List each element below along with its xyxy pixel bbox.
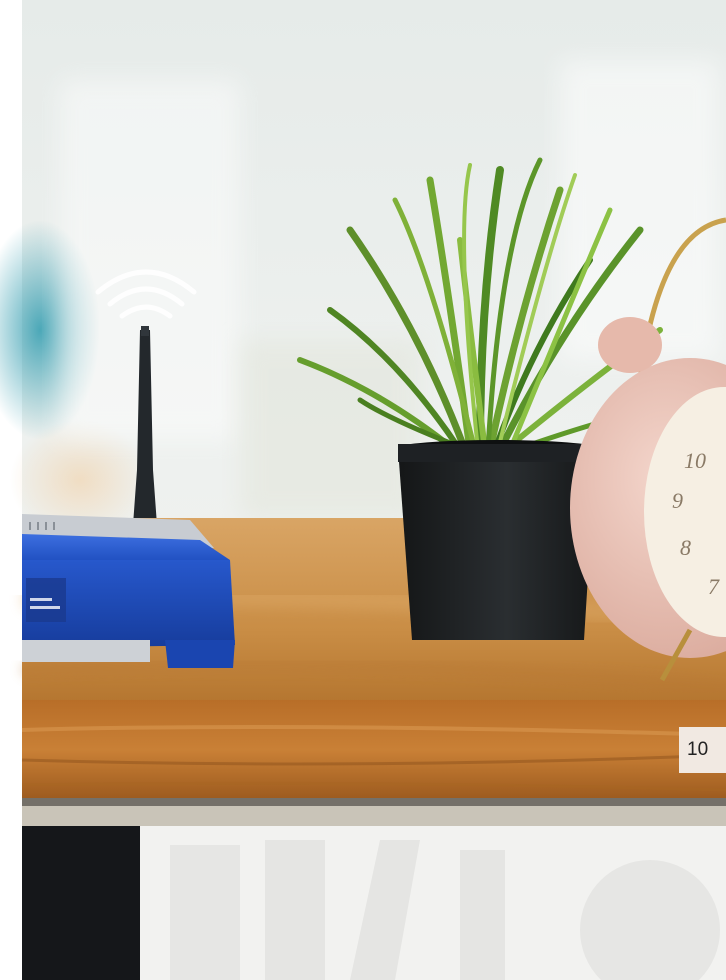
clock-numeral-8: 8 — [680, 535, 691, 560]
page-number-badge: 10 — [679, 727, 726, 773]
photo-stage: 10 9 8 7 10 — [0, 0, 726, 980]
clock-numeral-7: 7 — [708, 574, 720, 599]
clock-numeral-10: 10 — [684, 448, 706, 473]
clock-numeral-9: 9 — [672, 488, 683, 513]
scene-photo: 10 9 8 7 — [0, 0, 726, 980]
